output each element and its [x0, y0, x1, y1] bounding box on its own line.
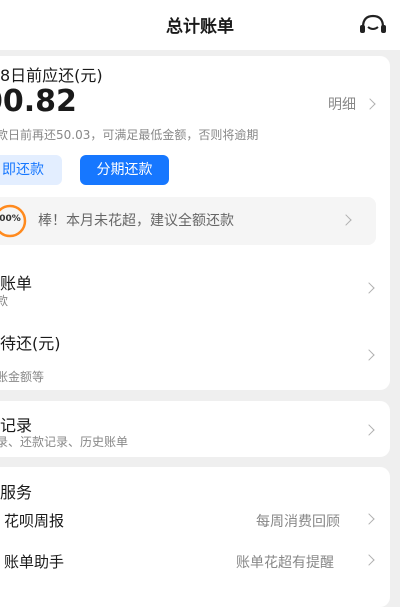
repay-tip-banner[interactable]: 00% 棒！本月未花超，建议全额还款 [0, 197, 376, 245]
detail-link[interactable]: 明细 [328, 94, 378, 114]
due-date-label: 月8日前应还(元) [0, 66, 103, 85]
due-amount: 00.82 [0, 84, 77, 119]
chevron-right-icon [363, 554, 375, 566]
chevron-right-icon [340, 214, 352, 226]
total-pending-title: 部待还(元) [0, 334, 61, 353]
services-card: 多服务 花呗周报 每周消费回顾 账单助手 账单花超有提醒 [0, 467, 390, 607]
service-item-bill-assistant[interactable]: 账单助手 账单花超有提醒 [0, 544, 390, 576]
headset-icon [360, 14, 386, 33]
pay-now-button[interactable]: 即还款 [0, 155, 62, 185]
total-pending-subtitle: 入账金额等 [0, 370, 45, 384]
detail-link-label: 明细 [328, 97, 356, 113]
page-title: 总计账单 [166, 17, 234, 37]
chevron-right-icon [363, 513, 375, 525]
top-bar: 总计账单 [0, 0, 400, 50]
monthly-bill-row[interactable]: 月账单 还款 [0, 262, 390, 312]
records-card[interactable]: 多记录 记录、还款记录、历史账单 [0, 401, 390, 457]
chevron-right-icon [363, 349, 375, 361]
total-pending-row[interactable]: 部待还(元) 82 入账金额等 [0, 326, 390, 386]
chevron-right-icon [363, 424, 375, 436]
service-item-value: 每周消费回顾 [256, 514, 340, 530]
service-item-label: 花呗周报 [4, 512, 65, 530]
progress-percent: 00% [0, 214, 21, 224]
min-payment-note: 还款日前再还50.03，可满足最低金额，否则将逾期 [0, 128, 259, 142]
installment-button[interactable]: 分期还款 [80, 155, 169, 185]
services-title: 多服务 [0, 483, 33, 502]
chevron-right-icon [363, 282, 375, 294]
service-item-value: 账单花超有提醒 [236, 555, 334, 571]
tip-text: 棒！本月未花超，建议全额还款 [38, 213, 234, 229]
service-item-weekly-report[interactable]: 花呗周报 每周消费回顾 [0, 503, 390, 535]
monthly-bill-subtitle: 还款 [0, 294, 9, 308]
due-card: 月8日前应还(元) 00.82 明细 还款日前再还50.03，可满足最低金额，否… [0, 56, 390, 390]
monthly-bill-title: 月账单 [0, 274, 33, 293]
service-item-label: 账单助手 [4, 553, 65, 571]
chevron-right-icon [364, 98, 376, 110]
customer-service-button[interactable] [358, 12, 388, 38]
records-subtitle: 记录、还款记录、历史账单 [0, 435, 129, 449]
